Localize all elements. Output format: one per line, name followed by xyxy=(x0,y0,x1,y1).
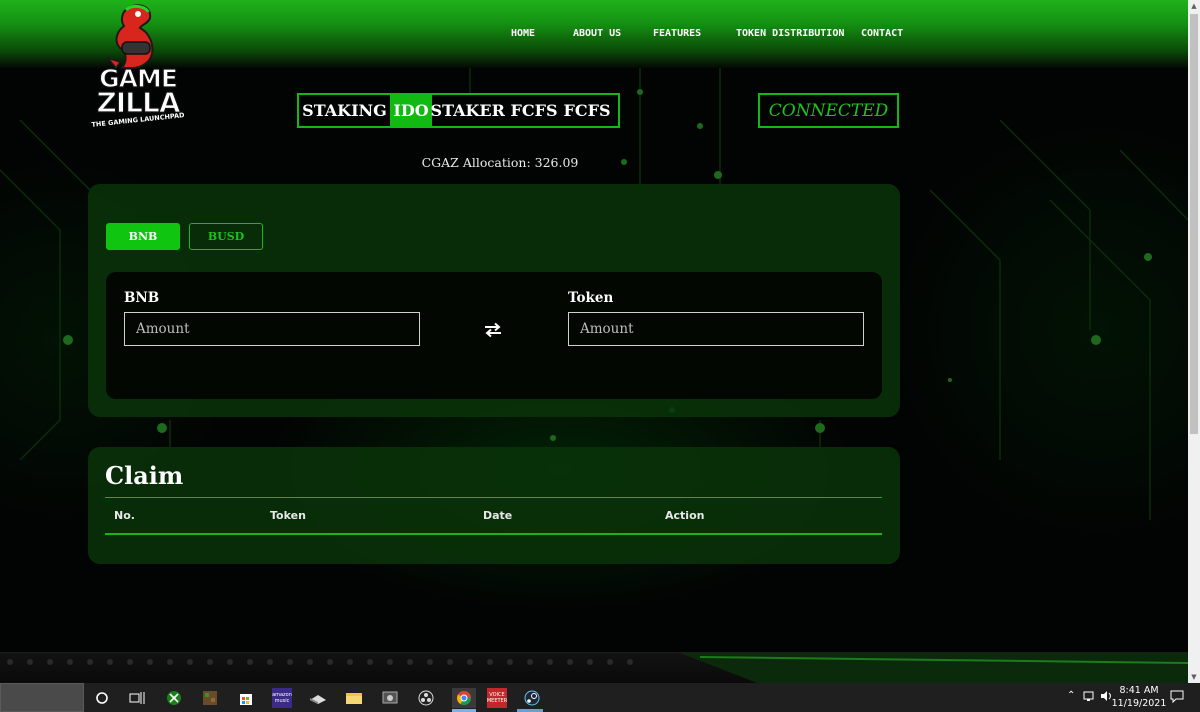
action-center-icon[interactable] xyxy=(1170,690,1184,706)
file-explorer-icon[interactable] xyxy=(344,688,364,708)
scroll-thumb[interactable] xyxy=(1190,14,1198,434)
to-label: Token xyxy=(568,290,614,306)
nav-contact[interactable]: CONTACT xyxy=(861,28,903,39)
screenshot-tool-icon[interactable] xyxy=(380,688,400,708)
taskbar-search-box[interactable] xyxy=(0,683,84,712)
amazon-music-icon[interactable]: amazon music xyxy=(272,688,292,708)
tray-overflow-chevron-icon[interactable]: ⌃ xyxy=(1067,690,1075,701)
page-scrollbar[interactable]: ▲ ▼ xyxy=(1188,0,1200,683)
swap-box: BNB Token xyxy=(106,272,882,399)
claim-panel: Claim No. Token Date Action xyxy=(88,447,900,564)
from-label: BNB xyxy=(124,290,160,306)
minecraft-icon[interactable] xyxy=(200,688,220,708)
claim-col-date: Date xyxy=(483,509,513,522)
microsoft-store-icon[interactable] xyxy=(236,688,256,708)
windows-taskbar: amazon music VOICE MEETER ⌃ 8:41 AM 11/1… xyxy=(0,683,1200,712)
clock-date[interactable]: 11/19/2021 xyxy=(1109,698,1169,710)
to-amount-input[interactable] xyxy=(568,312,864,346)
xbox-icon[interactable] xyxy=(164,688,184,708)
scroll-up-icon[interactable]: ▲ xyxy=(1188,0,1200,12)
claim-col-no: No. xyxy=(114,509,135,522)
ido-panel: BNB BUSD BNB Token xyxy=(88,184,900,417)
wallet-connected-button[interactable]: CONNECTED xyxy=(758,93,899,128)
busd-currency-button[interactable]: BUSD xyxy=(189,223,263,250)
footer-strip xyxy=(0,652,1188,684)
chrome-icon[interactable] xyxy=(452,688,476,708)
nav-features[interactable]: FEATURES xyxy=(653,28,701,39)
scroll-down-icon[interactable]: ▼ xyxy=(1188,671,1200,683)
drive-icon[interactable] xyxy=(308,688,328,708)
claim-header-top-divider xyxy=(105,497,882,498)
dinosaur-mascot-icon xyxy=(105,4,154,70)
gamezilla-logo[interactable]: GAME ZILLA THE GAMING LAUNCHPAD xyxy=(88,2,188,132)
nav-token-distribution[interactable]: TOKEN DISTRIBUTION xyxy=(736,28,844,39)
task-view-icon[interactable] xyxy=(127,688,147,708)
tab-fcfs[interactable]: FCFS xyxy=(556,95,618,126)
bnb-currency-button[interactable]: BNB xyxy=(106,223,180,250)
network-icon[interactable] xyxy=(1083,690,1097,705)
claim-col-action: Action xyxy=(665,509,705,522)
cortana-circle-icon[interactable] xyxy=(92,688,112,708)
tab-ido[interactable]: IDO xyxy=(390,95,432,126)
steam-icon[interactable] xyxy=(522,688,542,708)
claim-title: Claim xyxy=(105,461,184,490)
nav-about-us[interactable]: ABOUT US xyxy=(573,28,621,39)
mode-tabs: STAKING IDO STAKER FCFS FCFS xyxy=(297,93,620,128)
tab-staker-fcfs[interactable]: STAKER FCFS xyxy=(431,95,558,126)
nav-home[interactable]: HOME xyxy=(511,28,535,39)
allocation-text: CGAZ Allocation: 326.09 xyxy=(421,155,579,170)
claim-col-token: Token xyxy=(270,509,306,522)
obs-icon[interactable] xyxy=(416,688,436,708)
from-amount-input[interactable] xyxy=(124,312,420,346)
clock-time[interactable]: 8:41 AM xyxy=(1109,685,1169,697)
swap-arrows-icon[interactable] xyxy=(484,322,502,338)
claim-header-bottom-divider xyxy=(105,533,882,535)
tab-staking[interactable]: STAKING xyxy=(299,95,390,126)
voicemeeter-icon[interactable]: VOICE MEETER xyxy=(487,688,507,708)
